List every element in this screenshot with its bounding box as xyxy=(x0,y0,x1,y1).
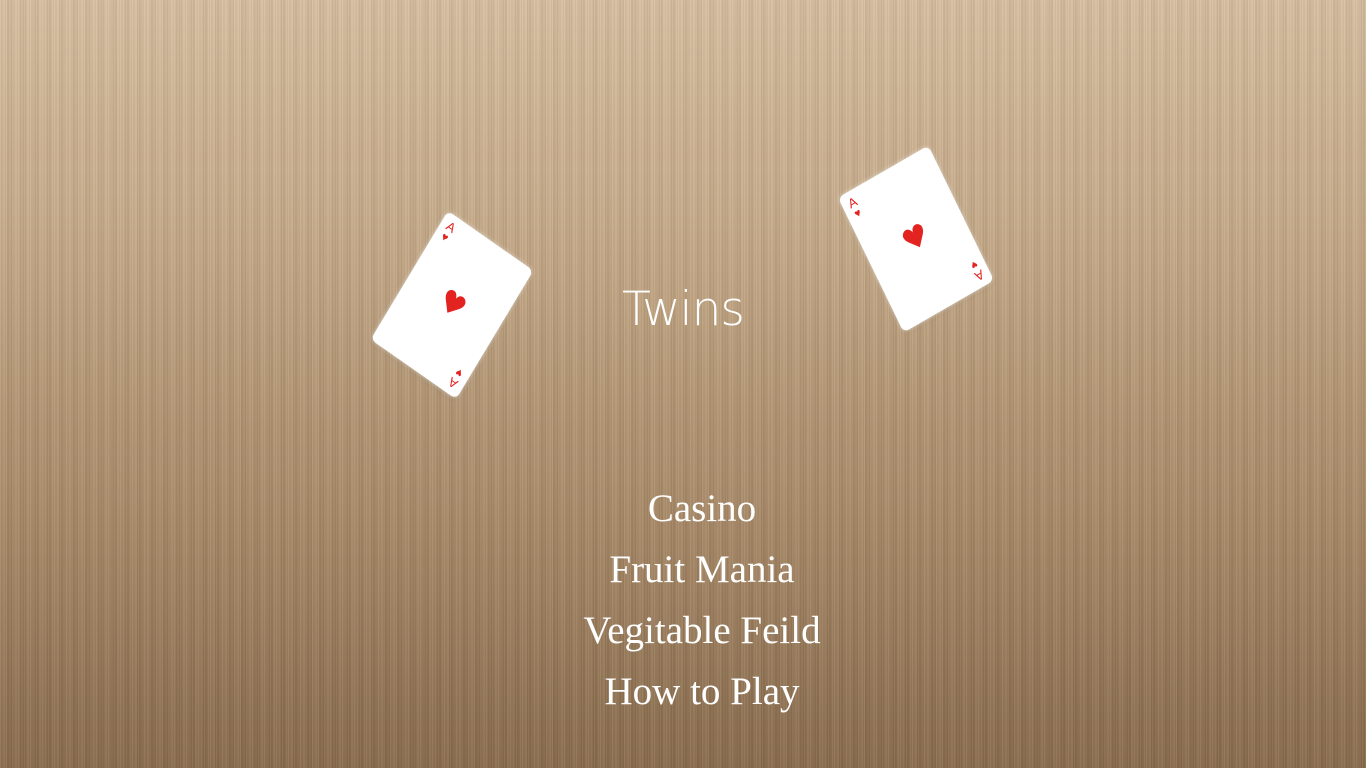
main-menu: Casino Fruit Mania Vegitable Feild How t… xyxy=(0,478,1366,722)
heart-icon: ♥ xyxy=(896,216,936,262)
card-corner-top-left: A ♥ xyxy=(437,218,459,246)
card-corner-bottom-right: A ♥ xyxy=(966,256,987,284)
menu-item-vegitable-feild[interactable]: Vegitable Feild xyxy=(0,600,1366,661)
menu-item-how-to-play[interactable]: How to Play xyxy=(0,661,1366,722)
card-corner-bottom-right: A ♥ xyxy=(445,364,467,392)
card-corner-top-left: A ♥ xyxy=(845,194,866,223)
game-title-text: Twins xyxy=(622,282,745,337)
menu-item-fruit-mania[interactable]: Fruit Mania xyxy=(0,539,1366,600)
menu-item-casino[interactable]: Casino xyxy=(0,478,1366,539)
game-title: Twins xyxy=(0,282,1366,337)
